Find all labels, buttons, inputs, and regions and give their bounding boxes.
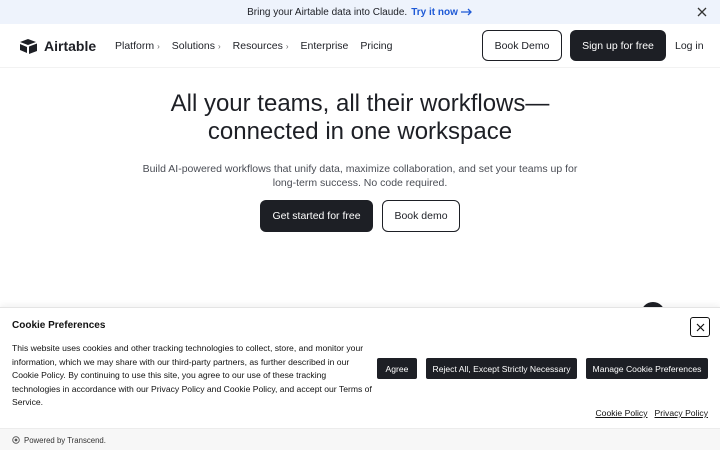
sign-up-button[interactable]: Sign up for free	[570, 30, 666, 61]
site-header: Airtable Platform › Solutions › Resource…	[0, 24, 720, 68]
chevron-right-icon: ›	[217, 41, 221, 51]
try-it-now-link[interactable]: Try it now	[411, 7, 473, 18]
get-started-button[interactable]: Get started for free	[260, 200, 373, 232]
nav-item-resources[interactable]: Resources ›	[233, 40, 289, 52]
manage-cookie-preferences-button[interactable]: Manage Cookie Preferences	[586, 358, 708, 379]
logo-text: Airtable	[44, 38, 97, 54]
nav-item-label: Resources	[232, 40, 283, 52]
hero-title-line1: All your teams, all their workflows—	[170, 90, 550, 117]
cookie-preferences-panel: Cookie Preferences This website uses coo…	[0, 307, 720, 450]
main-nav: Platform › Solutions › Resources › Enter…	[115, 40, 404, 52]
nav-item-label: Platform	[115, 40, 155, 52]
book-demo-hero-button[interactable]: Book demo	[382, 200, 460, 232]
arrow-right-icon	[460, 8, 472, 16]
nav-item-label: Enterprise	[300, 40, 349, 52]
nav-item-pricing[interactable]: Pricing	[360, 40, 392, 52]
hero-subtitle: Build AI-powered workflows that unify da…	[142, 163, 578, 189]
announcement-banner: Bring your Airtable data into Claude. Tr…	[0, 0, 720, 24]
cookie-title: Cookie Preferences	[12, 320, 106, 331]
close-icon[interactable]	[696, 6, 708, 18]
cookie-policy-link[interactable]: Cookie Policy	[595, 408, 647, 418]
privacy-policy-link[interactable]: Privacy Policy	[655, 408, 708, 418]
nav-item-enterprise[interactable]: Enterprise	[301, 40, 349, 52]
log-in-link[interactable]: Log in	[675, 40, 704, 52]
nav-item-solutions[interactable]: Solutions ›	[172, 40, 221, 52]
close-icon	[696, 323, 704, 331]
powered-by-text: Powered by Transcend.	[24, 435, 106, 445]
try-it-now-label: Try it now	[411, 6, 458, 18]
cookie-footer: Powered by Transcend.	[0, 428, 720, 450]
nav-item-platform[interactable]: Platform ›	[115, 40, 160, 52]
nav-item-label: Pricing	[360, 40, 393, 52]
airtable-logo-icon	[20, 39, 37, 54]
hero-title-line2: connected in one workspace	[207, 118, 513, 145]
chevron-right-icon: ›	[157, 41, 160, 51]
book-demo-button[interactable]: Book Demo	[482, 30, 562, 61]
nav-item-label: Solutions	[171, 40, 215, 52]
cookie-close-button[interactable]	[690, 317, 710, 337]
banner-text: Bring your Airtable data into Claude.	[247, 6, 408, 18]
transcend-logo-icon	[12, 436, 20, 444]
airtable-logo[interactable]: Airtable	[19, 38, 96, 54]
agree-button[interactable]: Agree	[377, 358, 417, 379]
hero-title: All your teams, all their workflows— con…	[0, 90, 720, 146]
cookie-body-text: This website uses cookies and other trac…	[12, 343, 372, 407]
reject-all-button[interactable]: Reject All, Except Strictly Necessary	[426, 358, 577, 379]
cookie-links: Cookie Policy Privacy Policy	[595, 408, 708, 418]
chevron-right-icon: ›	[285, 41, 289, 51]
